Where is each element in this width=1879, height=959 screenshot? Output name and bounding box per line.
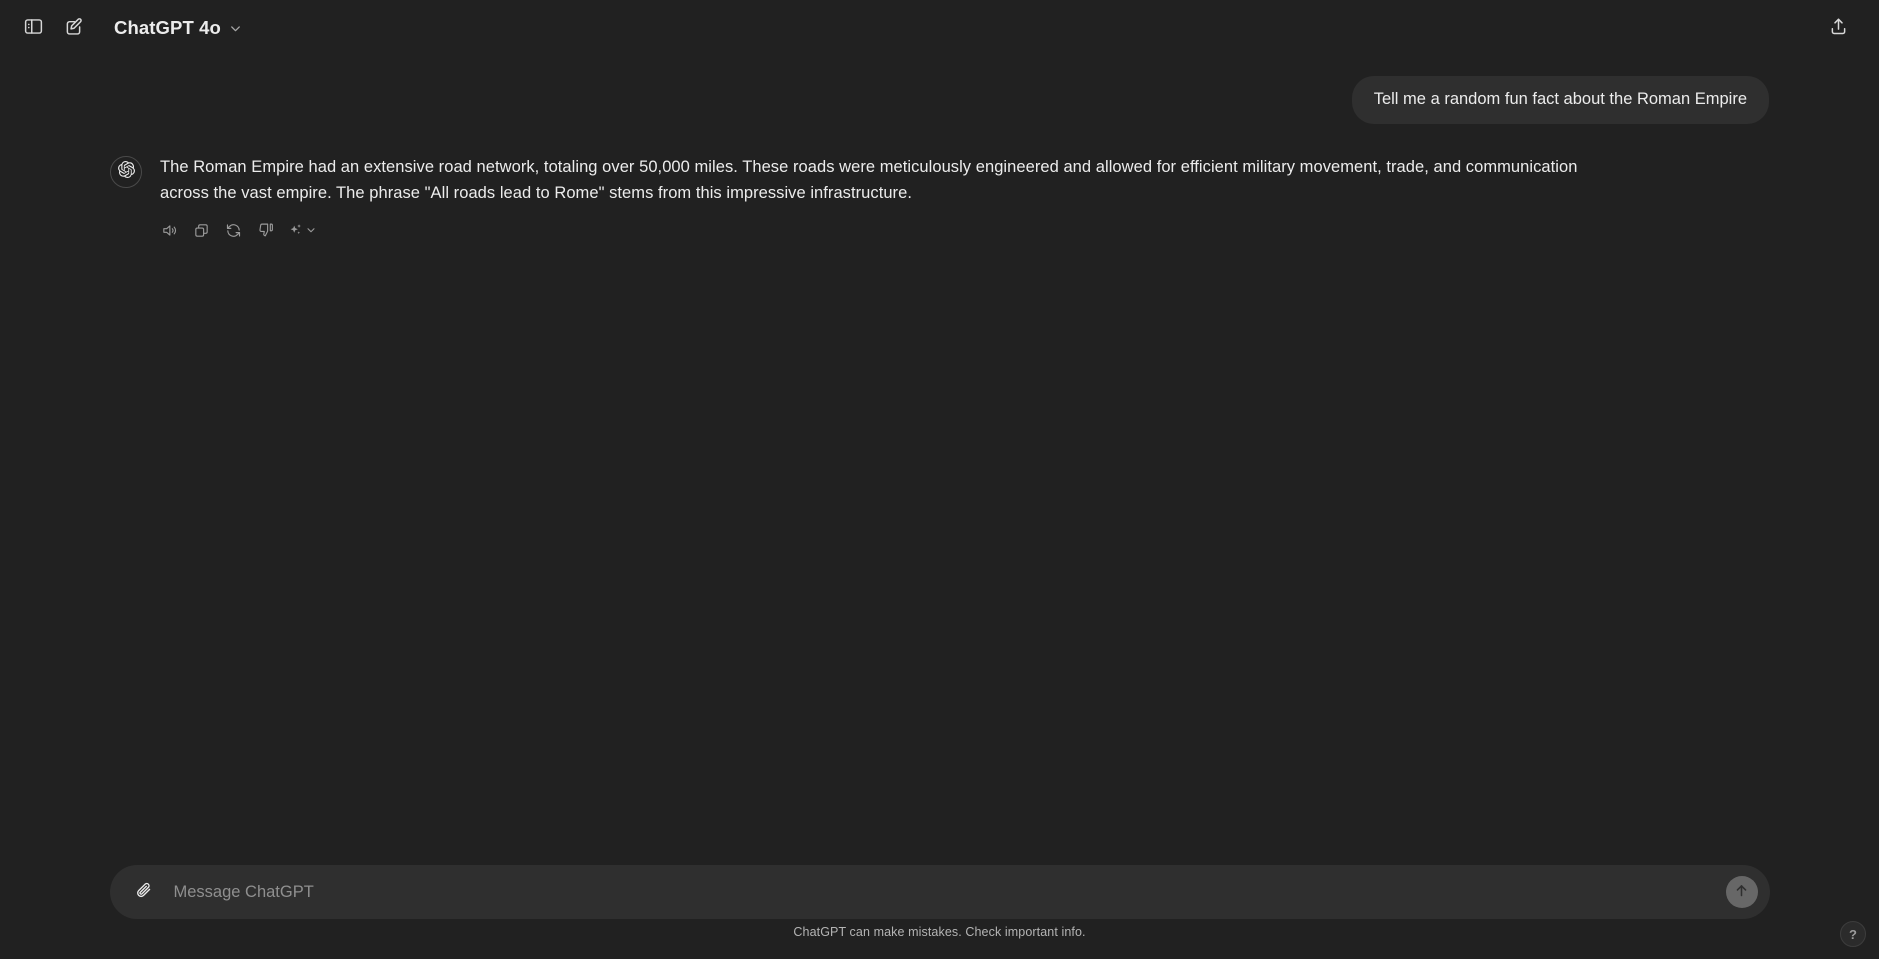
sparkle-icon bbox=[287, 222, 304, 242]
sidebar-toggle-button[interactable] bbox=[14, 9, 52, 47]
composer-area: ChatGPT can make mistakes. Check importa… bbox=[0, 865, 1879, 959]
bad-response-button[interactable] bbox=[250, 217, 280, 247]
new-chat-button[interactable] bbox=[54, 9, 92, 47]
message-input[interactable] bbox=[161, 875, 1726, 909]
user-message-bubble: Tell me a random fun fact about the Roma… bbox=[1351, 76, 1769, 124]
read-aloud-button[interactable] bbox=[154, 217, 184, 247]
conversation-scroll-area[interactable]: Tell me a random fun fact about the Roma… bbox=[0, 56, 1879, 865]
switch-model-button[interactable] bbox=[282, 217, 320, 247]
avatar bbox=[110, 155, 142, 188]
paperclip-icon bbox=[135, 881, 154, 903]
chevron-down-icon bbox=[305, 224, 317, 239]
share-upload-icon bbox=[1828, 16, 1849, 40]
model-selector-button[interactable]: ChatGPT 4o bbox=[102, 10, 253, 46]
chatgpt-app-window: ChatGPT 4o Tell me a random fun fact abo… bbox=[0, 0, 1879, 959]
chevron-down-icon bbox=[228, 21, 243, 36]
send-button[interactable] bbox=[1725, 876, 1758, 908]
thumbs-down-icon bbox=[257, 222, 274, 242]
copy-button[interactable] bbox=[186, 217, 216, 247]
assistant-message-text: The Roman Empire had an extensive road n… bbox=[160, 157, 1578, 202]
top-bar: ChatGPT 4o bbox=[0, 0, 1879, 56]
message-thread: Tell me a random fun fact about the Roma… bbox=[0, 56, 1879, 247]
message-action-bar bbox=[154, 217, 1585, 247]
copy-icon bbox=[193, 222, 210, 242]
assistant-message: The Roman Empire had an extensive road n… bbox=[110, 154, 1769, 247]
arrow-up-icon bbox=[1733, 882, 1750, 902]
share-button[interactable] bbox=[1819, 9, 1857, 47]
help-button[interactable]: ? bbox=[1840, 921, 1866, 947]
attach-file-button[interactable] bbox=[128, 875, 162, 909]
openai-logo-icon bbox=[117, 160, 135, 183]
top-bar-left-group: ChatGPT 4o bbox=[14, 9, 253, 47]
refresh-icon bbox=[225, 222, 242, 242]
message-row-user: Tell me a random fun fact about the Roma… bbox=[0, 76, 1879, 124]
message-row-assistant: The Roman Empire had an extensive road n… bbox=[0, 154, 1879, 247]
speaker-icon bbox=[161, 222, 178, 242]
disclaimer-text: ChatGPT can make mistakes. Check importa… bbox=[793, 925, 1086, 939]
model-name-label: ChatGPT 4o bbox=[114, 16, 221, 38]
sidebar-toggle-icon bbox=[23, 16, 44, 40]
new-chat-pencil-icon bbox=[63, 16, 84, 40]
top-bar-right-group bbox=[1819, 9, 1857, 47]
composer-box[interactable] bbox=[109, 865, 1770, 919]
assistant-message-body: The Roman Empire had an extensive road n… bbox=[160, 154, 1585, 247]
regenerate-button[interactable] bbox=[218, 217, 248, 247]
